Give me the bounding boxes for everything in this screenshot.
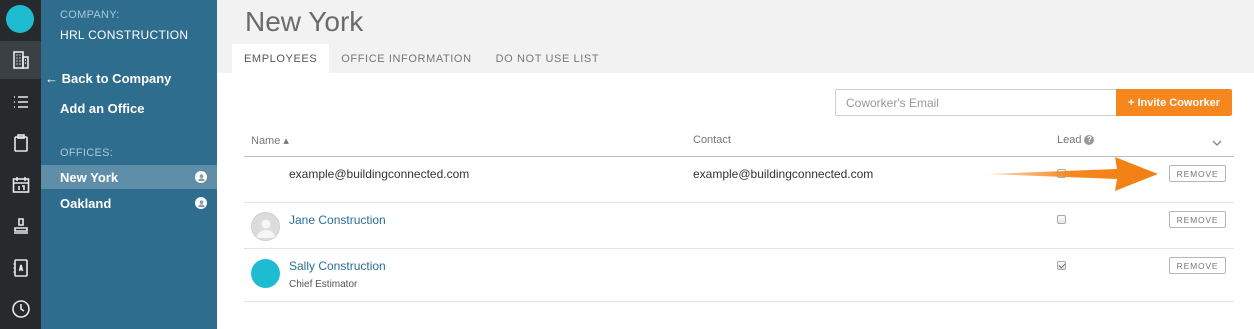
office-sidebar: COMPANY: HRL CONSTRUCTION ← Back to Comp… bbox=[41, 0, 217, 329]
chevron-down-icon[interactable] bbox=[1212, 135, 1222, 146]
list-icon[interactable] bbox=[0, 83, 41, 121]
row-divider bbox=[244, 301, 1234, 302]
employee-contact: example@buildingconnected.com bbox=[693, 167, 874, 181]
office-name: New York bbox=[60, 169, 119, 185]
column-header-lead-label: Lead bbox=[1057, 134, 1082, 146]
logo-icon[interactable] bbox=[6, 5, 34, 33]
column-header-name-label: Name ▴ bbox=[251, 135, 289, 147]
company-name: HRL CONSTRUCTION bbox=[60, 28, 189, 42]
remove-button[interactable]: REMOVE bbox=[1169, 257, 1226, 274]
column-header-name[interactable]: Name ▴ bbox=[251, 134, 289, 147]
tab-office-information[interactable]: OFFICE INFORMATION bbox=[329, 44, 483, 73]
lead-checkbox[interactable] bbox=[1057, 261, 1066, 270]
tab-employees[interactable]: EMPLOYEES bbox=[232, 44, 330, 73]
column-header-lead: Lead? bbox=[1057, 134, 1095, 146]
calendar-icon[interactable] bbox=[0, 166, 41, 204]
row-divider bbox=[244, 202, 1234, 203]
tab-do-not-use-list[interactable]: DO NOT USE LIST bbox=[484, 44, 612, 73]
avatar-placeholder-icon bbox=[251, 212, 280, 241]
add-office-link[interactable]: Add an Office bbox=[60, 101, 145, 116]
remove-button[interactable]: REMOVE bbox=[1169, 165, 1226, 182]
building-icon[interactable] bbox=[0, 41, 41, 79]
user-circle-icon bbox=[195, 171, 207, 183]
office-item-new-york[interactable]: New York bbox=[41, 165, 217, 189]
offices-label: OFFICES: bbox=[60, 147, 114, 159]
row-divider bbox=[244, 248, 1234, 249]
employee-title: Chief Estimator bbox=[289, 279, 358, 290]
avatar bbox=[251, 259, 280, 288]
clock-icon[interactable] bbox=[0, 290, 41, 328]
coworker-email-input[interactable] bbox=[835, 89, 1117, 116]
employee-name: example@buildingconnected.com bbox=[289, 167, 470, 181]
stamp-icon[interactable] bbox=[0, 207, 41, 245]
help-icon[interactable]: ? bbox=[1084, 135, 1095, 146]
back-to-company-link[interactable]: ← Back to Company bbox=[45, 71, 171, 86]
icon-rail bbox=[0, 0, 41, 329]
tab-bar: EMPLOYEES OFFICE INFORMATION DO NOT USE … bbox=[232, 44, 611, 73]
employee-name-link[interactable]: Jane Construction bbox=[289, 213, 386, 227]
invite-coworker-button[interactable]: + Invite Coworker bbox=[1116, 89, 1232, 116]
clipboard-icon[interactable] bbox=[0, 124, 41, 162]
address-book-icon[interactable] bbox=[0, 249, 41, 287]
annotation-arrow-icon bbox=[987, 157, 1158, 191]
lead-checkbox[interactable] bbox=[1057, 215, 1066, 224]
employee-name-link[interactable]: Sally Construction bbox=[289, 259, 386, 273]
office-item-oakland[interactable]: Oakland bbox=[41, 191, 217, 215]
company-label: COMPANY: bbox=[60, 9, 120, 21]
remove-button[interactable]: REMOVE bbox=[1169, 211, 1226, 228]
column-header-contact: Contact bbox=[693, 134, 731, 146]
page-title: New York bbox=[245, 6, 364, 37]
office-name: Oakland bbox=[60, 195, 112, 211]
user-circle-icon bbox=[195, 197, 207, 209]
